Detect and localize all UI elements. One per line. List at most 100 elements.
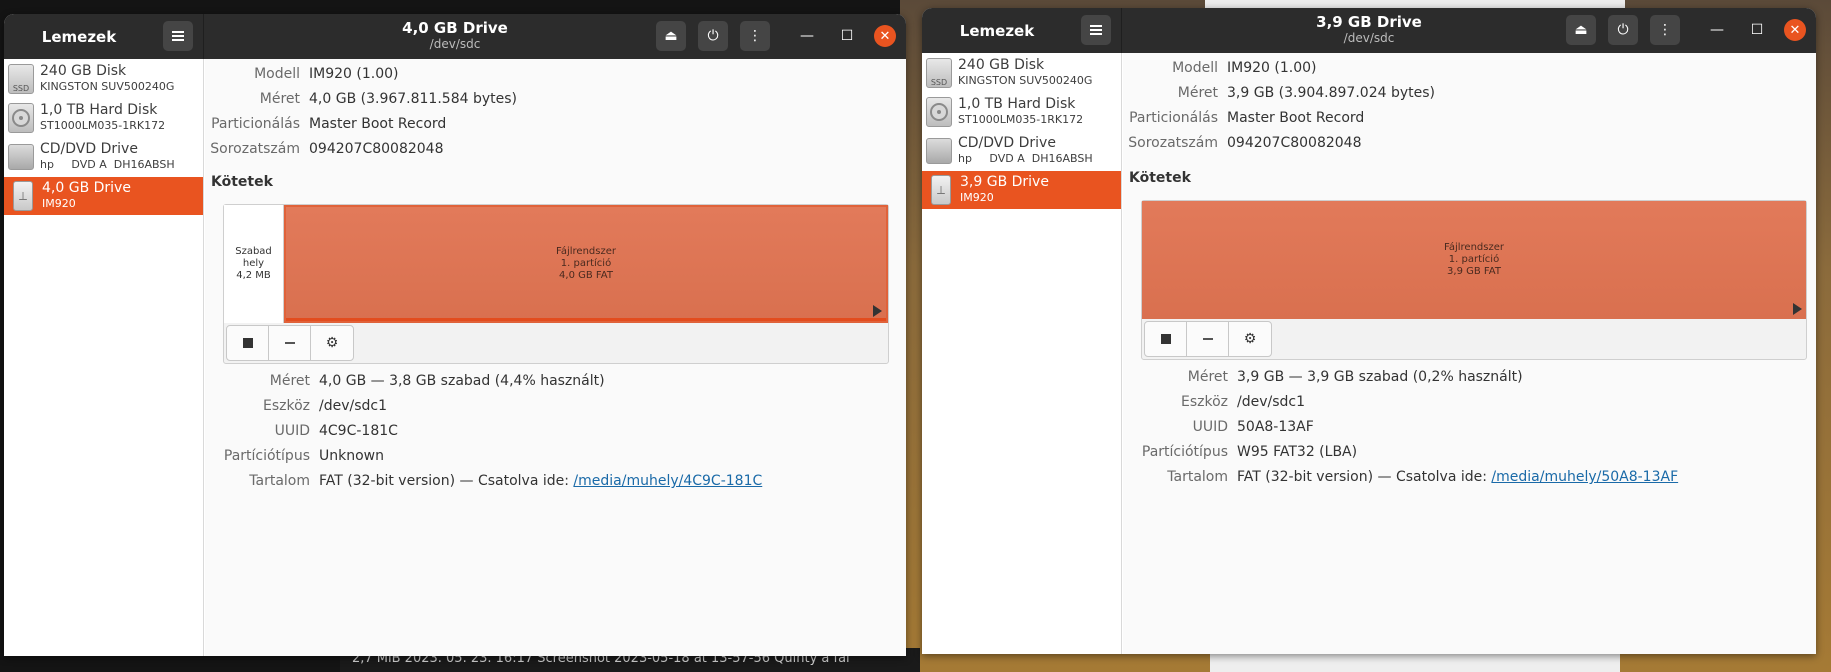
partition-segment[interactable]: Fájlrendszer 1. partíció 3,9 GB FAT bbox=[1142, 201, 1806, 319]
eject-button[interactable]: ⏏ bbox=[656, 21, 686, 51]
info-row-serial: Sorozatszám 094207C80082048 bbox=[1123, 135, 1803, 160]
drive-details: Modell IM920 (1.00) Méret 4,0 GB (3.967.81… bbox=[205, 59, 906, 656]
stop-icon bbox=[242, 338, 253, 348]
play-icon bbox=[1793, 303, 1802, 315]
vol-row-device: Eszköz/dev/sdc1 bbox=[205, 398, 885, 423]
partition-size: 3,9 GB FAT bbox=[1447, 266, 1501, 277]
window-subtitle: /dev/sdc bbox=[429, 37, 481, 51]
usb-drive-icon: ⟂ bbox=[13, 181, 33, 211]
info-label: Eszköz bbox=[262, 398, 310, 414]
menu-button[interactable] bbox=[1081, 15, 1111, 45]
menu-button[interactable] bbox=[163, 21, 193, 51]
drive-item-1tb[interactable]: 1,0 TB Hard Disk ST1000LM035-1RK172 bbox=[922, 93, 1121, 131]
delete-partition-button[interactable] bbox=[269, 326, 311, 360]
sidebar-header: Lemezek bbox=[4, 14, 204, 59]
vol-row-uuid: UUID 50A8-13AF bbox=[1123, 419, 1803, 444]
partition-number: 1. partíció bbox=[1448, 254, 1500, 265]
contents-text: FAT (32-bit version) — Csatolva ide: bbox=[319, 473, 574, 489]
info-value: 4,0 GB (3.967.811.584 bytes) bbox=[309, 91, 517, 107]
titlebar[interactable]: Lemezek 4,0 GB Drive /dev/sdc ⏏ ⏻ ⋮ — ☐ … bbox=[4, 14, 906, 59]
info-value: /dev/sdc1 bbox=[1237, 394, 1306, 410]
info-value: 3,9 GB — 3,9 GB szabad (0,2% használt) bbox=[1237, 369, 1523, 385]
play-icon bbox=[873, 305, 882, 317]
vol-row-device: Eszköz/dev/sdc1 bbox=[1123, 394, 1803, 419]
drive-item-1tb[interactable]: 1,0 TB Hard Disk ST1000LM035-1RK172 bbox=[4, 99, 203, 137]
drive-item-usb-selected[interactable]: ⟂ 4,0 GB Drive IM920 bbox=[4, 177, 203, 215]
free-space-segment[interactable]: Szabad hely 4,2 MB bbox=[224, 205, 284, 323]
drive-model: KINGSTON SUV500240G bbox=[40, 80, 175, 93]
drive-list: SSD 240 GB Disk KINGSTON SUV500240G 1,0 T… bbox=[4, 59, 204, 656]
partition-options-button[interactable]: ⚙ bbox=[311, 326, 353, 360]
info-row-serial: Sorozatszám 094207C80082048 bbox=[205, 141, 885, 166]
partition-options-button[interactable]: ⚙ bbox=[1229, 322, 1271, 356]
drive-info: Modell IM920 (1.00) Méret 4,0 GB (3.967.81… bbox=[205, 66, 885, 166]
hard-disk-icon bbox=[926, 97, 952, 127]
gears-icon: ⚙ bbox=[325, 335, 339, 351]
disks-window-left: Lemezek 4,0 GB Drive /dev/sdc ⏏ ⏻ ⋮ — ☐ … bbox=[4, 14, 906, 656]
drive-options-button[interactable]: ⋮ bbox=[740, 21, 770, 51]
titlebar[interactable]: Lemezek 3,9 GB Drive /dev/sdc ⏏ ⏻ ⋮ — ☐ … bbox=[922, 8, 1816, 53]
info-value: 3,9 GB (3.904.897.024 bytes) bbox=[1227, 85, 1435, 101]
drive-model: IM920 bbox=[960, 191, 994, 204]
partition-size: 4,0 GB FAT bbox=[559, 270, 613, 281]
info-value: /dev/sdc1 bbox=[319, 398, 388, 414]
volumes-heading: Kötetek bbox=[1129, 170, 1191, 186]
drive-item-usb-selected[interactable]: ⟂ 3,9 GB Drive IM920 bbox=[922, 171, 1121, 209]
minimize-button[interactable]: — bbox=[792, 21, 822, 51]
contents-text: FAT (32-bit version) — Csatolva ide: bbox=[1237, 469, 1492, 485]
info-value: Master Boot Record bbox=[1227, 110, 1365, 126]
volumes-heading: Kötetek bbox=[211, 174, 273, 190]
more-vertical-icon: ⋮ bbox=[748, 28, 762, 44]
free-space-size: 4,2 MB bbox=[236, 270, 271, 281]
window-subtitle: /dev/sdc bbox=[1343, 31, 1395, 45]
delete-partition-button[interactable] bbox=[1187, 322, 1229, 356]
drive-name: CD/DVD Drive bbox=[40, 141, 138, 157]
info-label: Méret bbox=[1187, 369, 1228, 385]
close-button[interactable]: ✕ bbox=[1784, 19, 1806, 41]
window-title: 3,9 GB Drive bbox=[1316, 13, 1422, 31]
maximize-button[interactable]: ☐ bbox=[832, 21, 862, 51]
partition-segment[interactable]: Fájlrendszer 1. partíció 4,0 GB FAT bbox=[284, 205, 888, 323]
minimize-icon: — bbox=[1710, 22, 1724, 38]
usb-drive-icon: ⟂ bbox=[931, 175, 951, 205]
info-label: Modell bbox=[254, 66, 300, 82]
info-label: Modell bbox=[1172, 60, 1218, 76]
unmount-button[interactable] bbox=[1145, 322, 1187, 356]
stop-icon bbox=[1160, 334, 1171, 344]
close-icon: ✕ bbox=[879, 28, 891, 44]
maximize-button[interactable]: ☐ bbox=[1742, 15, 1772, 45]
power-off-button[interactable]: ⏻ bbox=[1608, 15, 1638, 45]
optical-drive-icon bbox=[926, 138, 952, 164]
selection-underline bbox=[286, 318, 886, 321]
info-value: Unknown bbox=[319, 448, 384, 464]
eject-icon: ⏏ bbox=[664, 28, 678, 44]
unmount-button[interactable] bbox=[227, 326, 269, 360]
mount-point-link[interactable]: /media/muhely/4C9C-181C bbox=[573, 473, 762, 489]
vol-row-size: Méret 4,0 GB — 3,8 GB szabad (4,4% haszná… bbox=[205, 373, 885, 398]
close-button[interactable]: ✕ bbox=[874, 25, 896, 47]
minimize-button[interactable]: — bbox=[1702, 15, 1732, 45]
info-label: Eszköz bbox=[1180, 394, 1228, 410]
info-row-model: Modell IM920 (1.00) bbox=[1123, 60, 1803, 85]
info-value: 4C9C-181C bbox=[319, 423, 398, 439]
volume-toolbar: ⚙ bbox=[226, 325, 354, 361]
drive-model: hp DVD A DH16ABSH bbox=[958, 152, 1093, 165]
drive-options-button[interactable]: ⋮ bbox=[1650, 15, 1680, 45]
drive-item-cd-dvd[interactable]: CD/DVD Drive hp DVD A DH16ABSH bbox=[4, 138, 203, 176]
drive-item-cd-dvd[interactable]: CD/DVD Drive hp DVD A DH16ABSH bbox=[922, 132, 1121, 170]
mount-point-link[interactable]: /media/muhely/50A8-13AF bbox=[1491, 469, 1678, 485]
info-label: Sorozatszám bbox=[1128, 135, 1218, 151]
power-off-button[interactable]: ⏻ bbox=[698, 21, 728, 51]
sidebar-header: Lemezek bbox=[922, 8, 1122, 53]
drive-info: Modell IM920 (1.00) Méret 3,9 GB (3.904.89… bbox=[1123, 60, 1803, 160]
app-title: Lemezek bbox=[41, 27, 117, 46]
eject-icon: ⏏ bbox=[1574, 22, 1588, 38]
drive-item-240gb[interactable]: SSD 240 GB Disk KINGSTON SUV500240G bbox=[4, 60, 203, 98]
drive-model: KINGSTON SUV500240G bbox=[958, 74, 1093, 87]
info-row-partitioning: Particionálás Master Boot Record bbox=[205, 116, 885, 141]
eject-button[interactable]: ⏏ bbox=[1566, 15, 1596, 45]
drive-item-240gb[interactable]: SSD 240 GB Disk KINGSTON SUV500240G bbox=[922, 54, 1121, 92]
volume-bar: Szabad hely 4,2 MB Fájlrendszer 1. partí… bbox=[224, 205, 888, 323]
info-label: Sorozatszám bbox=[210, 141, 300, 157]
info-label: Méret bbox=[259, 91, 300, 107]
